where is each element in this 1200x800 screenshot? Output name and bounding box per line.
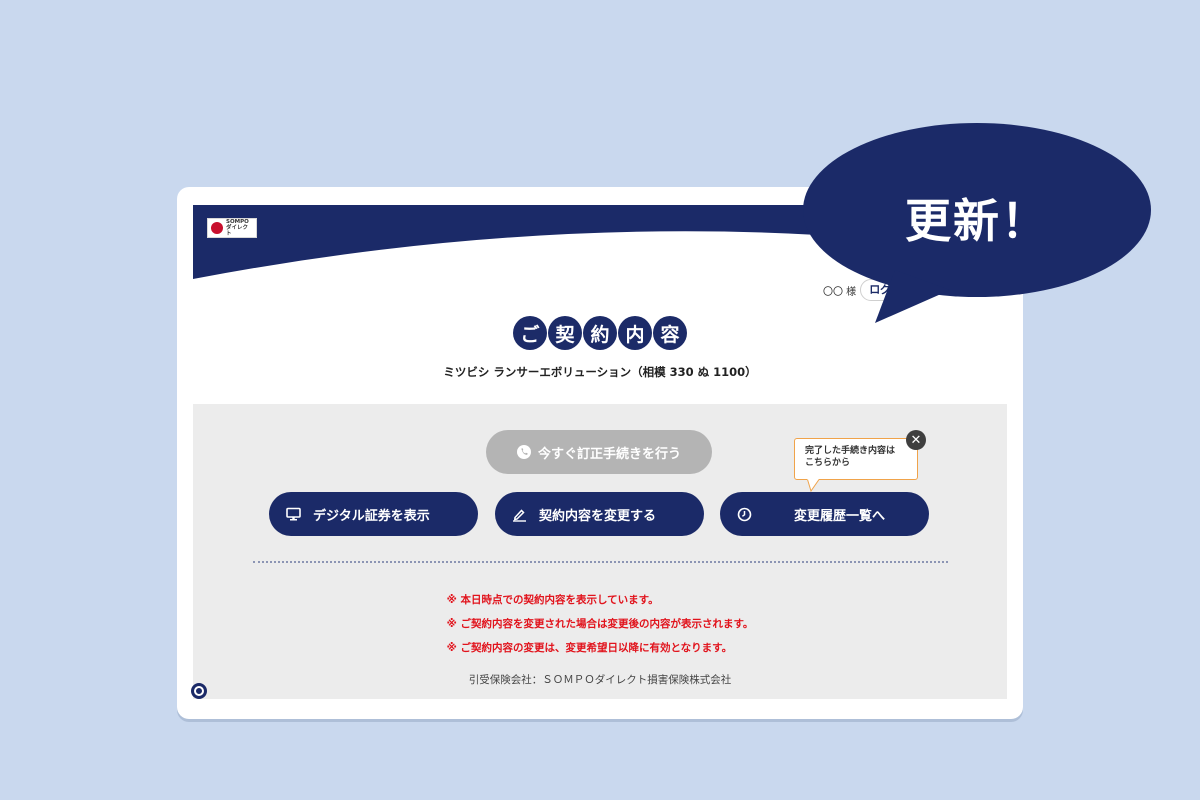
change-contract-label: 契約内容を変更する <box>539 508 657 524</box>
page-title-char: 約 <box>583 316 617 350</box>
page-title-char: ご <box>513 316 547 350</box>
change-history-label: 変更履歴一覧へ <box>794 508 886 524</box>
tooltip-tail <box>807 479 820 493</box>
insurer-info: 引受保険会社：ＳＯＭＰＯダイレクト損害保険株式会社 <box>468 674 732 686</box>
page-title-char: 契 <box>548 316 582 350</box>
speech-bubble-text: 更新！ <box>905 194 1049 248</box>
pen-icon <box>512 507 527 522</box>
tooltip-line2: こちらから <box>805 458 851 468</box>
correction-button-label: 今すぐ訂正手続きを行う <box>537 446 681 462</box>
dotted-divider <box>253 561 948 563</box>
notice-list: ※ 本日時点での契約内容を表示しています。 ※ ご契約内容を変更された場合は変更… <box>193 588 1007 660</box>
change-history-button[interactable]: 変更履歴一覧へ <box>720 492 929 536</box>
digital-certificate-button[interactable]: デジタル証券を表示 <box>269 492 478 536</box>
notice-item: ※ 本日時点での契約内容を表示しています。 <box>446 594 659 606</box>
logo-text-line2: ダイレクト <box>226 225 249 237</box>
sompo-logo[interactable]: SOMPO ダイレクト <box>207 218 257 238</box>
clock-icon <box>737 507 752 522</box>
vehicle-info: ミツビシ ランサーエボリューション（相模 330 ぬ 1100） <box>443 365 757 379</box>
tooltip-close-button[interactable]: ✕ <box>906 430 926 450</box>
tooltip-line1: 完了した手続き内容は <box>805 446 896 456</box>
phone-icon <box>516 445 531 459</box>
sompo-logo-icon <box>211 222 223 234</box>
page-title-char: 容 <box>653 316 687 350</box>
notice-item: ※ ご契約内容の変更は、変更希望日以降に有効となります。 <box>446 642 733 654</box>
correction-button[interactable]: 今すぐ訂正手続きを行う <box>486 430 712 474</box>
page-title-char: 内 <box>618 316 652 350</box>
chat-support-icon[interactable] <box>190 682 210 702</box>
digital-certificate-label: デジタル証券を表示 <box>313 508 430 524</box>
change-contract-button[interactable]: 契約内容を変更する <box>495 492 704 536</box>
history-tooltip: 完了した手続き内容は こちらから <box>794 438 918 480</box>
notice-item: ※ ご契約内容を変更された場合は変更後の内容が表示されます。 <box>446 618 754 630</box>
monitor-icon <box>286 507 301 521</box>
